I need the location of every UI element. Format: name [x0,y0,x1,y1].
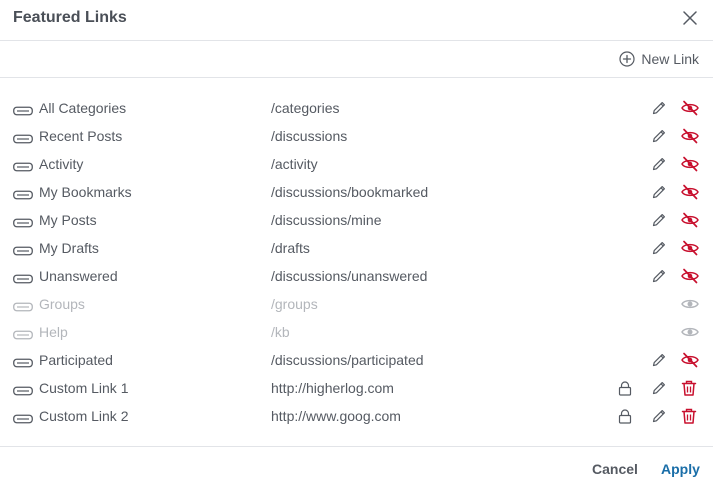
eye-slash-icon[interactable] [681,212,699,228]
edit-pencil-icon[interactable] [651,156,667,172]
link-name: My Bookmarks [39,184,132,200]
link-url: /groups [271,296,318,312]
plus-circle-icon [619,51,636,67]
drag-handle-icon[interactable] [13,355,33,368]
edit-pencil-icon[interactable] [651,408,667,424]
featured-links-dialog: Featured Links New Link All Categories/c… [0,0,713,486]
drag-handle-icon[interactable] [13,215,33,228]
link-name: Custom Link 1 [39,380,129,396]
link-row: Custom Link 1 http://higherlog.com [0,374,713,402]
link-name: My Posts [39,212,97,228]
eye-slash-icon[interactable] [681,268,699,284]
link-url: /drafts [271,240,310,256]
link-row: All Categories/categories [0,94,713,122]
link-name: Participated [39,352,113,368]
dialog-toolbar: New Link [0,41,713,78]
drag-handle-icon[interactable] [13,383,33,396]
edit-pencil-icon[interactable] [651,212,667,228]
edit-pencil-icon[interactable] [651,128,667,144]
drag-handle-icon[interactable] [13,131,33,144]
edit-pencil-icon[interactable] [651,240,667,256]
link-row: Groups/groups [0,290,713,318]
link-url: http://higherlog.com [271,380,394,396]
eye-slash-icon[interactable] [681,240,699,256]
close-icon[interactable] [683,11,697,25]
dialog-header: Featured Links [0,0,713,41]
link-url: /activity [271,156,318,172]
link-name: Groups [39,296,85,312]
link-url: /discussions/participated [271,352,424,368]
link-url: /discussions/bookmarked [271,184,429,200]
link-url: /categories [271,100,340,116]
apply-button[interactable]: Apply [661,461,700,477]
link-row: Participated/discussions/participated [0,346,713,374]
lock-icon[interactable] [618,381,632,396]
drag-handle-icon[interactable] [13,299,33,312]
drag-handle-icon[interactable] [13,243,33,256]
eye-slash-icon[interactable] [681,352,699,368]
trash-icon[interactable] [681,408,699,424]
link-name: Help [39,324,68,340]
drag-handle-icon[interactable] [13,411,33,424]
link-name: Recent Posts [39,128,123,144]
drag-handle-icon[interactable] [13,327,33,340]
edit-pencil-icon[interactable] [651,352,667,368]
drag-handle-icon[interactable] [13,103,33,116]
link-row: Activity/activity [0,150,713,178]
lock-icon[interactable] [618,409,632,424]
dialog-footer: Cancel Apply [0,446,713,487]
featured-links-list: All Categories/categories Recent Posts/di… [0,94,713,430]
eye-slash-icon[interactable] [681,100,699,116]
link-row: Recent Posts/discussions [0,122,713,150]
eye-icon[interactable] [681,296,699,312]
link-name: Activity [39,156,84,172]
link-row: My Posts/discussions/mine [0,206,713,234]
edit-pencil-icon[interactable] [651,380,667,396]
trash-icon[interactable] [681,380,699,396]
eye-icon[interactable] [681,324,699,340]
link-row: Help/kb [0,318,713,346]
link-row: My Bookmarks/discussions/bookmarked [0,178,713,206]
drag-handle-icon[interactable] [13,271,33,284]
new-link-button[interactable]: New Link [619,51,699,67]
link-row: Custom Link 2 http://www.goog.com [0,402,713,430]
link-url: /discussions [271,128,348,144]
link-name: Unanswered [39,268,118,284]
link-url: /discussions/unanswered [271,268,428,284]
drag-handle-icon[interactable] [13,159,33,172]
drag-handle-icon[interactable] [13,187,33,200]
link-url: /kb [271,324,290,340]
edit-pencil-icon[interactable] [651,184,667,200]
link-url: http://www.goog.com [271,408,401,424]
link-url: /discussions/mine [271,212,382,228]
link-row: Unanswered/discussions/unanswered [0,262,713,290]
link-name: My Drafts [39,240,99,256]
dialog-title: Featured Links [13,9,127,26]
edit-pencil-icon[interactable] [651,100,667,116]
eye-slash-icon[interactable] [681,128,699,144]
link-name: All Categories [39,100,127,116]
new-link-label: New Link [641,51,699,67]
link-name: Custom Link 2 [39,408,129,424]
link-row: My Drafts/drafts [0,234,713,262]
edit-pencil-icon[interactable] [651,268,667,284]
eye-slash-icon[interactable] [681,156,699,172]
cancel-button[interactable]: Cancel [592,461,638,477]
eye-slash-icon[interactable] [681,184,699,200]
